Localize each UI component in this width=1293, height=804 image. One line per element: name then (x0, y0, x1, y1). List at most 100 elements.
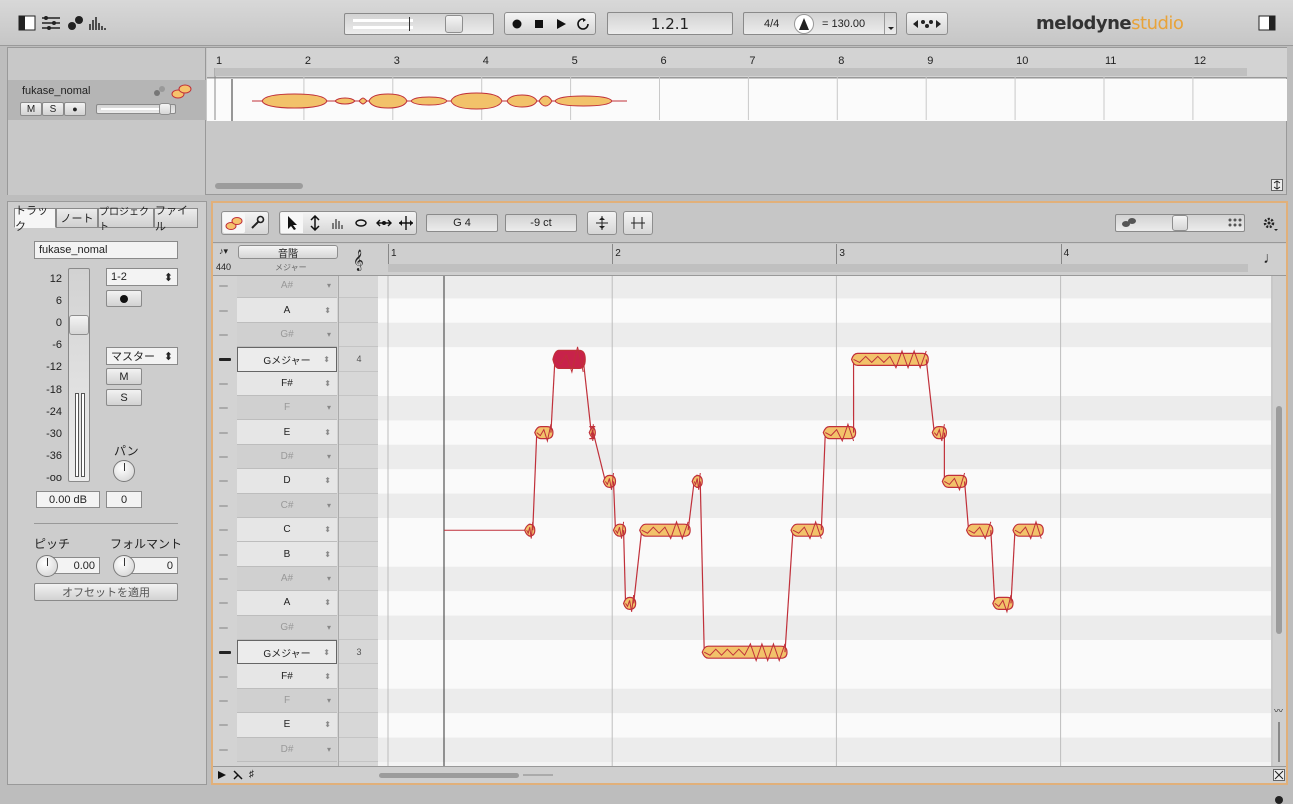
note-pitch-field[interactable]: G 4 (426, 214, 498, 232)
key-mode-icon[interactable]: ▾ (327, 281, 331, 290)
scissors-icon[interactable] (233, 770, 243, 780)
key-mark[interactable] (219, 529, 228, 531)
zoom-fit-icon[interactable] (1273, 769, 1285, 781)
key-mode-icon[interactable]: ⬍ (324, 550, 331, 559)
position-display[interactable]: 1.2.1 (607, 12, 733, 35)
metronome-icon[interactable] (794, 14, 814, 34)
record-arm-button[interactable]: ● (64, 102, 86, 116)
inspector-mute-button[interactable]: M (106, 368, 142, 385)
move-tool-icon[interactable] (395, 213, 417, 233)
treble-clef-icon[interactable]: 𝄞 (353, 250, 375, 272)
pitch-key[interactable]: A⬍ (237, 591, 337, 615)
key-mode-icon[interactable]: ⬍ (323, 355, 330, 364)
key-mark[interactable] (219, 578, 228, 580)
key-mark[interactable] (219, 285, 228, 287)
key-mark[interactable] (219, 456, 228, 458)
loop-button[interactable] (573, 15, 593, 33)
arrange-loop-region[interactable] (215, 68, 1247, 76)
key-mode-icon[interactable]: ▾ (327, 403, 331, 412)
key-mode-icon[interactable]: ▾ (327, 745, 331, 754)
key-mark[interactable] (219, 334, 228, 336)
key-mark[interactable] (219, 407, 228, 409)
key-mark[interactable] (219, 627, 228, 629)
scale-select[interactable]: 音階 (238, 245, 338, 259)
tab-note[interactable]: ノート (56, 208, 98, 228)
volume-slider[interactable] (344, 13, 494, 35)
key-mode-icon[interactable]: ▾ (327, 623, 331, 632)
output-select[interactable]: 1-2⬍ (106, 268, 178, 286)
note-assign-icon[interactable] (152, 84, 166, 98)
master-select[interactable]: マスター⬍ (106, 347, 178, 365)
wrench-tool-icon[interactable] (246, 213, 268, 233)
key-mode-icon[interactable]: ▾ (327, 330, 331, 339)
record-enable-button[interactable] (106, 290, 142, 307)
tempo-value[interactable]: = 130.00 (822, 18, 865, 30)
track-header[interactable]: fukase_nomal M S ● (8, 80, 206, 120)
key-mark[interactable] (219, 505, 228, 507)
pitch-key[interactable]: Gメジャー⬍ (237, 640, 337, 664)
arrange-waveform-segment[interactable] (507, 95, 537, 107)
pitch-key[interactable]: G#▾ (237, 323, 337, 347)
pitch-curve-icon[interactable]: 〰 (1274, 704, 1285, 716)
gain-value[interactable]: 0.00 dB (36, 491, 100, 508)
key-mode-icon[interactable]: ⬍ (324, 720, 331, 729)
gain-fader-handle[interactable] (69, 315, 89, 335)
view-mode-slider[interactable] (1115, 214, 1245, 232)
tab-project[interactable]: プロジェクト (98, 208, 154, 228)
inspector-solo-button[interactable]: S (106, 389, 142, 406)
pitch-key[interactable]: D#▾ (237, 738, 337, 762)
key-mode-icon[interactable]: ⬍ (323, 648, 330, 657)
pitch-key[interactable]: F#⬍ (237, 664, 337, 688)
key-mark[interactable] (219, 749, 228, 751)
zoom-vertical-icon[interactable] (1271, 179, 1283, 191)
horizontal-zoom-track[interactable] (523, 774, 553, 776)
blobs-view-icon[interactable] (66, 14, 86, 32)
pan-knob[interactable] (113, 460, 135, 482)
gain-fader[interactable] (68, 268, 90, 482)
arrange-waveform-segment[interactable] (555, 96, 612, 106)
track-name[interactable]: fukase_nomal (22, 85, 91, 97)
key-mark[interactable] (219, 602, 228, 604)
key-mode-icon[interactable]: ⬍ (324, 428, 331, 437)
pitch-key[interactable]: A⬍ (237, 298, 337, 322)
pitch-key[interactable]: B⬍ (237, 542, 337, 566)
arrange-waveform-segment[interactable] (335, 98, 355, 104)
formant-knob[interactable] (113, 555, 135, 577)
key-mode-icon[interactable]: ▾ (327, 574, 331, 583)
time-quantize-button[interactable] (623, 211, 653, 235)
arrange-waveform-segment[interactable] (451, 93, 502, 109)
gear-icon[interactable] (1261, 215, 1279, 233)
key-mark[interactable] (219, 432, 228, 434)
key-mode-icon[interactable]: ▾ (327, 452, 331, 461)
record-button[interactable] (507, 15, 527, 33)
time-signature[interactable]: 4/4 (764, 18, 779, 30)
tab-track[interactable]: トラック (14, 208, 56, 228)
key-mode-icon[interactable]: ⬍ (324, 476, 331, 485)
mixer-icon[interactable] (40, 14, 62, 32)
pitch-grid-canvas[interactable] (378, 276, 1271, 766)
volume-slider-handle[interactable] (445, 15, 463, 33)
pointer-tool-icon[interactable] (281, 213, 303, 233)
pitch-key[interactable]: G#▾ (237, 616, 337, 640)
note-blob[interactable] (702, 646, 787, 658)
apply-offset-button[interactable]: オフセットを適用 (34, 583, 178, 601)
key-mark[interactable] (219, 554, 228, 556)
key-mode-icon[interactable]: ▾ (327, 696, 331, 705)
reference-pitch[interactable]: 440 (216, 262, 231, 272)
track-volume-handle[interactable] (159, 103, 171, 115)
amplitude-tool-icon[interactable] (327, 213, 349, 233)
key-mark[interactable] (219, 724, 228, 726)
editor-loop-region[interactable] (388, 264, 1248, 272)
arrange-waveform-segment[interactable] (411, 97, 447, 105)
play-marker-icon[interactable] (217, 770, 227, 780)
key-mode-icon[interactable]: ⬍ (324, 672, 331, 681)
key-mode-icon[interactable]: ⬍ (324, 525, 331, 534)
pitch-key[interactable]: C⬍ (237, 518, 337, 542)
key-mark[interactable] (219, 383, 228, 385)
note-blob[interactable] (640, 524, 690, 536)
pitch-quantize-button[interactable] (587, 211, 617, 235)
sharp-icon[interactable]: ♯ (249, 769, 261, 781)
arrange-timeline[interactable]: 123456789101112 (207, 48, 1287, 195)
sync-button[interactable] (906, 12, 948, 35)
key-mode-icon[interactable]: ▾ (327, 501, 331, 510)
